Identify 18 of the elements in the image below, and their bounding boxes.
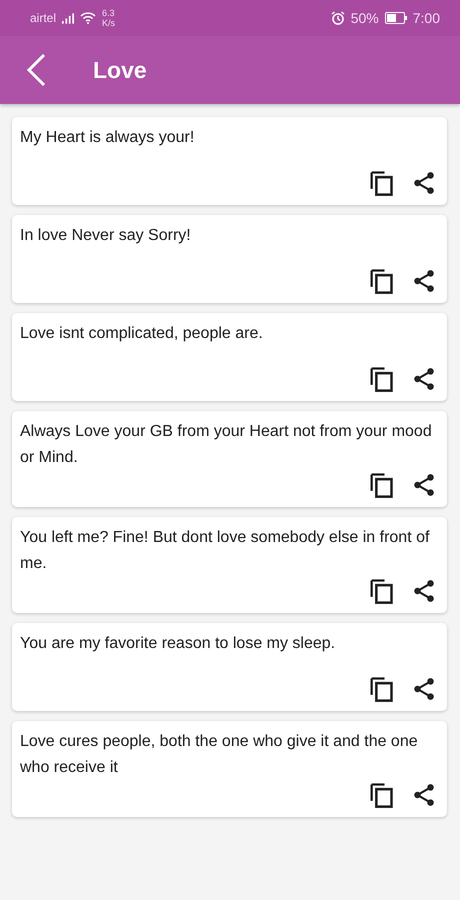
- quote-text: In love Never say Sorry!: [20, 226, 192, 246]
- carrier-name: airtel: [30, 11, 56, 25]
- quote-text: Love isnt complicated, people are.: [20, 324, 264, 344]
- wifi-icon: [80, 12, 96, 24]
- speed-value: 6.3: [102, 8, 116, 18]
- battery-percent: 50%: [350, 10, 379, 26]
- quote-text: Love cures people, both the one who give it and the one who receive it: [20, 732, 419, 778]
- quote-text: My Heart is always your!: [20, 128, 196, 148]
- clock-time: 7:00: [412, 10, 440, 26]
- speed-unit: K/s: [102, 18, 116, 28]
- quote-text: You are my favorite reason to lose my sleep.: [20, 634, 336, 654]
- alarm-icon: [330, 11, 345, 25]
- quote-text: Always Love your GB from your Heart not from your mood or Mind.: [20, 422, 433, 468]
- signal-icon: [62, 12, 74, 24]
- back-button[interactable]: [26, 53, 46, 87]
- battery-icon: [384, 12, 407, 24]
- screen-title: Love: [93, 56, 147, 84]
- quote-text: You left me? Fine! But dont love somebody else in front of me.: [20, 528, 430, 574]
